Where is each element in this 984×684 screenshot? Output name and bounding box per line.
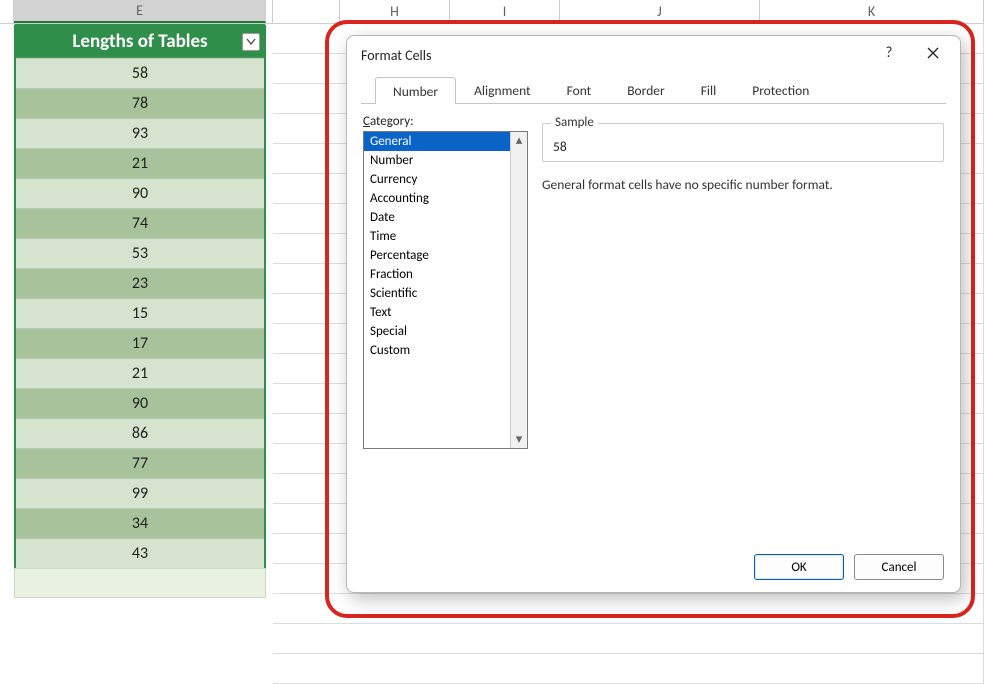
table-row[interactable]: 78: [16, 88, 264, 118]
sample-label: Sample: [551, 115, 598, 130]
category-item-custom[interactable]: Custom: [364, 341, 527, 360]
chevron-down-icon: [246, 38, 256, 46]
table-header-cell[interactable]: Lengths of Tables: [16, 26, 264, 58]
table-cell-value: 86: [132, 424, 148, 443]
category-label-rest: ategory:: [370, 114, 414, 129]
tab-font[interactable]: Font: [549, 76, 610, 103]
table-row[interactable]: 53: [16, 238, 264, 268]
dialog-help-button[interactable]: ?: [868, 36, 910, 70]
table-cell-value: 77: [132, 454, 148, 473]
table-row[interactable]: 99: [16, 478, 264, 508]
dialog-body: Category: GeneralNumberCurrencyAccountin…: [347, 104, 960, 542]
table-cell-value: 99: [132, 484, 148, 503]
category-description: General format cells have no specific nu…: [542, 176, 944, 193]
table-row[interactable]: 90: [16, 178, 264, 208]
table-header-label: Lengths of Tables: [72, 30, 207, 53]
category-item-currency[interactable]: Currency: [364, 170, 527, 189]
dialog-tabs: NumberAlignmentFontBorderFillProtection: [361, 74, 946, 104]
filter-dropdown-button[interactable]: [242, 33, 260, 51]
table-total-placeholder-row[interactable]: [14, 568, 266, 598]
grid-row[interactable]: [273, 654, 984, 684]
category-item-time[interactable]: Time: [364, 227, 527, 246]
category-item-number[interactable]: Number: [364, 151, 527, 170]
cancel-button[interactable]: Cancel: [854, 554, 944, 580]
table-cell-value: 43: [132, 544, 148, 563]
ok-button[interactable]: OK: [754, 554, 844, 580]
table-cell-value: 78: [132, 94, 148, 113]
table-row[interactable]: 77: [16, 448, 264, 478]
category-item-text[interactable]: Text: [364, 303, 527, 322]
category-item-scientific[interactable]: Scientific: [364, 284, 527, 303]
table-cell-value: 21: [132, 154, 148, 173]
listbox-scrollbar[interactable]: ▴ ▾: [510, 132, 527, 448]
table-cell-value: 53: [132, 244, 148, 263]
table-row[interactable]: 23: [16, 268, 264, 298]
scroll-up-arrow-icon[interactable]: ▴: [511, 132, 527, 149]
column-header-I[interactable]: I: [450, 0, 560, 23]
table-row[interactable]: 17: [16, 328, 264, 358]
dialog-footer: OK Cancel: [347, 542, 960, 592]
tab-number[interactable]: Number: [375, 77, 456, 104]
table-row[interactable]: 21: [16, 148, 264, 178]
column-header-sliver: [0, 0, 14, 23]
table-row[interactable]: 43: [16, 538, 264, 568]
table-row[interactable]: 21: [16, 358, 264, 388]
close-icon: [927, 47, 939, 59]
category-item-percentage[interactable]: Percentage: [364, 246, 527, 265]
column-header-H[interactable]: H: [340, 0, 450, 23]
category-item-accounting[interactable]: Accounting: [364, 189, 527, 208]
tab-protection[interactable]: Protection: [734, 76, 827, 103]
category-listbox[interactable]: GeneralNumberCurrencyAccountingDateTimeP…: [363, 131, 528, 449]
table-cell-value: 90: [132, 394, 148, 413]
lengths-table: Lengths of Tables 58 78 93 21 90 74 53 23 15 17 21…: [14, 24, 266, 570]
table-row[interactable]: 58: [16, 58, 264, 88]
dialog-close-button[interactable]: [912, 36, 954, 70]
column-header-E[interactable]: E: [14, 0, 266, 23]
sample-groupbox: Sample 58: [542, 123, 944, 162]
table-cell-value: 15: [132, 304, 148, 323]
category-label: Category:: [363, 114, 528, 129]
table-row[interactable]: 93: [16, 118, 264, 148]
tab-border[interactable]: Border: [609, 76, 683, 103]
grid-row[interactable]: [273, 594, 984, 624]
table-cell-value: 23: [132, 274, 148, 293]
table-cell-value: 17: [132, 334, 148, 353]
table-cell-value: 74: [132, 214, 148, 233]
table-row[interactable]: 86: [16, 418, 264, 448]
column-resize-handle[interactable]: [266, 0, 273, 23]
tab-fill[interactable]: Fill: [683, 76, 735, 103]
table-row[interactable]: 90: [16, 388, 264, 418]
table-cell-value: 93: [132, 124, 148, 143]
column-header-row: E H I J K: [0, 0, 984, 24]
grid-row[interactable]: [273, 624, 984, 654]
table-row[interactable]: 15: [16, 298, 264, 328]
table-cell-value: 21: [132, 364, 148, 383]
category-item-special[interactable]: Special: [364, 322, 527, 341]
category-item-general[interactable]: General: [364, 132, 527, 151]
dialog-title: Format Cells: [361, 47, 431, 64]
tab-alignment[interactable]: Alignment: [456, 76, 548, 103]
table-cell-value: 58: [132, 64, 148, 83]
table-cell-value: 34: [132, 514, 148, 533]
table-row[interactable]: 74: [16, 208, 264, 238]
column-header-gap: [273, 0, 340, 23]
format-cells-dialog: Format Cells ? NumberAlignmentFontBorder…: [346, 35, 961, 593]
dialog-titlebar[interactable]: Format Cells ?: [347, 36, 960, 74]
column-header-K[interactable]: K: [760, 0, 984, 23]
sample-value: 58: [553, 138, 933, 155]
table-cell-value: 90: [132, 184, 148, 203]
table-row[interactable]: 34: [16, 508, 264, 538]
scroll-down-arrow-icon[interactable]: ▾: [511, 431, 527, 448]
column-header-J[interactable]: J: [560, 0, 760, 23]
category-item-fraction[interactable]: Fraction: [364, 265, 527, 284]
category-item-date[interactable]: Date: [364, 208, 527, 227]
category-accelerator: C: [363, 114, 370, 129]
